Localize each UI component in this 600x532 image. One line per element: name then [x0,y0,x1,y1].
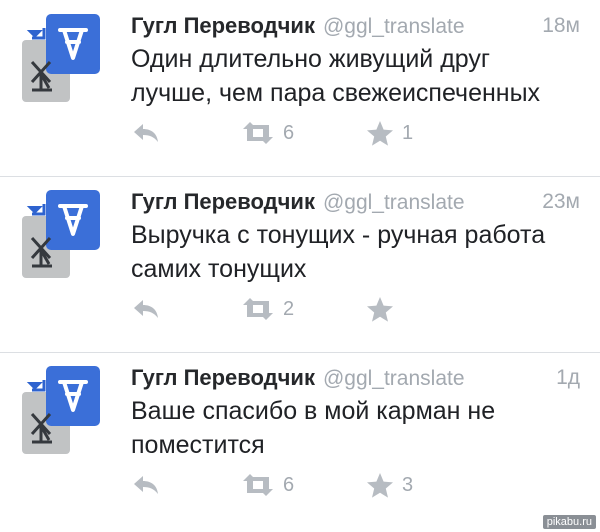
tweet-actions: 6 1 [131,118,571,148]
tweet-actions: 6 3 [131,470,571,500]
author-name[interactable]: Гугл Переводчик @ggl_translate [131,365,465,391]
timestamp[interactable]: 18м [542,14,580,38]
retweet-icon [241,473,275,497]
retweet-button[interactable]: 6 [241,470,294,500]
reply-button[interactable] [131,470,161,500]
favorite-count: 1 [402,121,414,144]
avatar[interactable] [20,12,100,102]
tweet-text: Один длительно живущий друг лучше, чем п… [131,45,541,107]
watermark: pikabu.ru [542,515,596,529]
tweet-text: Выручка с тонущих - ручная работа самих … [131,221,546,283]
reply-icon [131,120,161,146]
retweet-icon [241,121,275,145]
favorite-button[interactable] [366,294,402,324]
favorite-button[interactable]: 3 [366,470,413,500]
author-handle[interactable]: @ggl_translate [323,15,465,38]
favorite-count: 3 [402,473,414,496]
author-name[interactable]: Гугл Переводчик @ggl_translate [131,189,465,215]
author-handle[interactable]: @ggl_translate [323,191,465,214]
star-icon [366,120,394,147]
retweet-button[interactable]: 2 [241,294,294,324]
avatar[interactable] [20,188,100,278]
reply-button[interactable] [131,118,161,148]
tweet[interactable]: Гугл Переводчик @ggl_translate 18м Один д… [0,0,600,176]
favorite-button[interactable]: 1 [366,118,413,148]
author-handle[interactable]: @ggl_translate [323,367,465,390]
retweet-count: 6 [283,121,295,144]
tweet-actions: 2 [131,294,571,324]
timestamp[interactable]: 23м [542,190,580,214]
reply-icon [131,296,161,322]
timestamp[interactable]: 1д [556,366,580,390]
tweet[interactable]: Гугл Переводчик @ggl_translate 1д Ваше сп… [0,352,600,528]
tweet[interactable]: Гугл Переводчик @ggl_translate 23м Выручк… [0,176,600,352]
reply-button[interactable] [131,294,161,324]
retweet-count: 2 [283,297,295,320]
star-icon [366,296,394,323]
retweet-icon [241,297,275,321]
retweet-button[interactable]: 6 [241,118,294,148]
tweet-text: Ваше спасибо в мой карман не поместится [131,397,496,459]
avatar[interactable] [20,364,100,454]
star-icon [366,472,394,499]
reply-icon [131,472,161,498]
retweet-count: 6 [283,473,295,496]
author-name[interactable]: Гугл Переводчик @ggl_translate [131,13,465,39]
